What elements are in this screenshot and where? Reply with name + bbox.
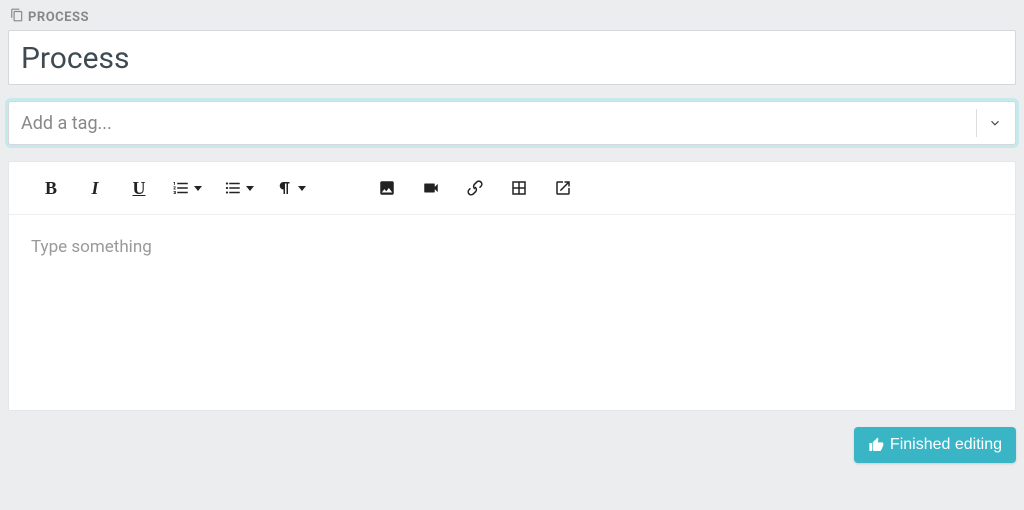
unordered-list-icon [224,179,242,197]
underline-button[interactable]: U [117,172,161,204]
paragraph-icon [276,179,294,197]
insert-table-button[interactable] [497,172,541,204]
tag-field[interactable] [8,101,1016,145]
thumbs-up-icon [868,437,884,453]
caret-down-icon [246,186,254,191]
insert-video-button[interactable] [409,172,453,204]
finished-editing-label: Finished editing [890,436,1002,454]
editor-panel: B I U Type something [8,161,1016,411]
external-link-icon [554,179,572,197]
editor-toolbar: B I U [9,162,1015,215]
ordered-list-button[interactable] [161,172,213,204]
video-icon [422,179,440,197]
italic-button[interactable]: I [73,172,117,204]
underline-icon: U [133,178,146,199]
italic-icon: I [91,178,98,199]
bold-button[interactable]: B [29,172,73,204]
table-icon [510,179,528,197]
title-input[interactable] [8,30,1016,85]
unordered-list-button[interactable] [213,172,265,204]
finished-editing-button[interactable]: Finished editing [854,427,1016,463]
section-label-text: PROCESS [28,10,89,25]
divider [976,109,977,137]
insert-image-button[interactable] [365,172,409,204]
ordered-list-icon [172,179,190,197]
tag-input[interactable] [21,113,966,134]
editor-body[interactable]: Type something [9,215,1015,410]
copy-icon [10,8,24,26]
link-icon [466,179,484,197]
open-external-button[interactable] [541,172,585,204]
bold-icon: B [45,178,57,199]
section-label: PROCESS [8,8,1016,26]
chevron-down-icon[interactable] [987,115,1003,131]
caret-down-icon [194,186,202,191]
image-icon [378,179,396,197]
caret-down-icon [298,186,306,191]
paragraph-format-button[interactable] [265,172,317,204]
insert-link-button[interactable] [453,172,497,204]
editor-placeholder: Type something [31,237,152,257]
footer: Finished editing [8,427,1016,463]
